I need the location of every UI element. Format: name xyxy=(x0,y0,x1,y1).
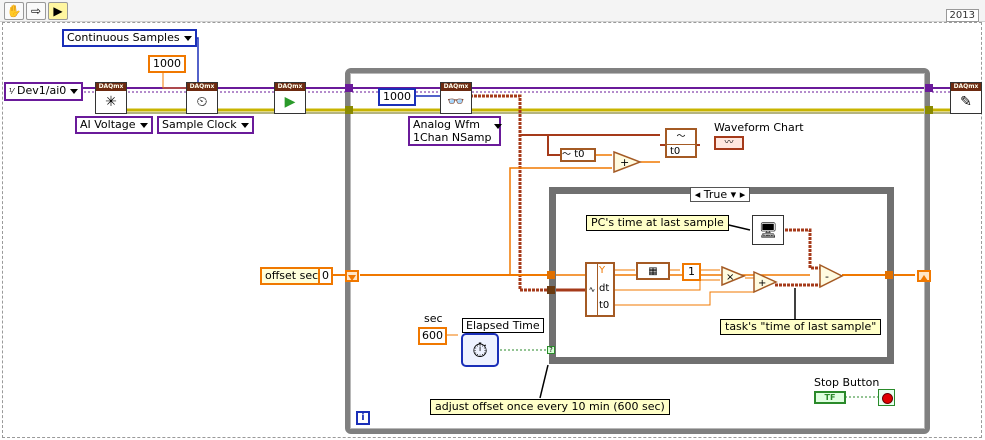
read-type-selector[interactable]: Analog Wfm 1Chan NSamp xyxy=(408,116,502,146)
t0-label: t0 xyxy=(574,149,585,160)
stop-button-label: Stop Button xyxy=(814,376,880,389)
timing-selector[interactable]: Sample Clock xyxy=(157,116,254,134)
add-node-2[interactable]: + xyxy=(752,270,778,294)
samples-per-channel-constant[interactable]: 1000 xyxy=(148,55,186,73)
left-triangle-icon[interactable]: ◂ xyxy=(695,188,701,201)
one-value: 1 xyxy=(688,265,695,278)
waveform-chart-label: Waveform Chart xyxy=(714,121,804,134)
offset-label: offset sec xyxy=(265,269,319,282)
case-selector-terminal: ? xyxy=(547,346,555,354)
chevron-down-icon[interactable] xyxy=(183,35,192,41)
samples-per-channel-value: 1000 xyxy=(153,57,181,70)
offset-value: 0 xyxy=(322,269,329,282)
constant-one[interactable]: 1 xyxy=(682,263,701,281)
read-samples-value: 1000 xyxy=(383,90,411,103)
get-waveform-components[interactable]: ∿ Y dt t0 xyxy=(585,262,615,317)
case-value: True xyxy=(703,188,728,201)
case-tunnel-out xyxy=(885,271,893,279)
chevron-down-icon[interactable] xyxy=(494,124,502,129)
clock-icon: ⏲ xyxy=(196,94,208,110)
down-arrow-icon xyxy=(348,275,356,281)
daqmx-create-channel-vi[interactable]: DAQmx ✳ xyxy=(95,82,127,114)
shift-register-left xyxy=(345,270,359,282)
waveform-glyph-icon: ∿ xyxy=(587,264,598,315)
read-type-line1: Analog Wfm xyxy=(413,118,480,131)
plus-icon: + xyxy=(620,156,629,169)
measurement-value: AI Voltage xyxy=(80,118,136,131)
elapsed-time-express-vi[interactable]: ⏱ xyxy=(461,333,499,367)
daqmx-timing-vi[interactable]: DAQmx ⏲ xyxy=(186,82,218,114)
get-waveform-t0[interactable]: 〜 t0 xyxy=(560,148,596,162)
waveform-glyph-icon: 〜 xyxy=(562,150,572,160)
chevron-down-icon[interactable] xyxy=(70,88,79,94)
add-node[interactable]: + xyxy=(612,150,642,174)
boolean-tf-label: TF xyxy=(824,393,836,402)
right-triangle-icon[interactable]: ▸ xyxy=(740,188,746,201)
multiply-node[interactable]: × xyxy=(720,265,746,287)
sec-label: sec xyxy=(424,312,443,325)
array-icon: ▦ xyxy=(648,266,658,277)
error-tunnel-in xyxy=(345,106,353,114)
daqmx-clear-vi[interactable]: DAQmx ✎ xyxy=(950,82,982,114)
create-channel-icon: ✳ xyxy=(105,94,117,110)
stopwatch-icon: ⏱ xyxy=(472,338,488,362)
array-size-node[interactable]: ▦ xyxy=(636,262,670,280)
read-type-line2: 1Chan NSamp xyxy=(413,131,492,144)
timing-value: Sample Clock xyxy=(162,118,237,131)
task-tunnel-out xyxy=(925,84,933,92)
dt-label: dt xyxy=(599,283,610,294)
y-label: Y xyxy=(599,265,606,276)
plus-icon: + xyxy=(758,278,766,289)
chevron-down-icon[interactable] xyxy=(240,122,249,128)
clock-icon: 🖥 xyxy=(758,221,778,239)
daqmx-label: DAQmx xyxy=(96,83,126,91)
waveform-glyph-icon: 〜 xyxy=(667,130,695,145)
daqmx-label: DAQmx xyxy=(187,83,217,91)
case-selector-label[interactable]: ◂ True ▾ ▸ xyxy=(690,187,750,202)
sample-mode-constant[interactable]: Continuous Samples xyxy=(62,29,197,47)
stop-button-terminal[interactable]: TF xyxy=(814,391,846,404)
multiply-icon: × xyxy=(726,272,734,283)
offset-constant[interactable]: 0 xyxy=(318,267,333,285)
note-pc-time: PC's time at last sample xyxy=(586,215,729,231)
measurement-selector[interactable]: AI Voltage xyxy=(75,116,153,134)
eraser-icon: ✎ xyxy=(960,94,972,110)
shift-register-right xyxy=(917,270,931,282)
build-waveform[interactable]: 〜 t0 xyxy=(665,128,697,158)
channel-value: Dev1/ai0 xyxy=(17,84,67,97)
case-tunnel-waveform xyxy=(547,286,555,294)
task-tunnel-in xyxy=(345,84,353,92)
loop-condition-terminal[interactable] xyxy=(878,389,895,406)
elapsed-time-label: Elapsed Time xyxy=(462,318,544,333)
get-date-time-node[interactable]: 🖥 xyxy=(752,215,784,245)
chevron-down-icon[interactable] xyxy=(139,122,148,128)
iteration-terminal: i xyxy=(356,411,370,425)
t0-label: t0 xyxy=(599,300,610,311)
offset-label-box: offset sec xyxy=(260,267,324,285)
waveform-chart-terminal[interactable]: 〰 xyxy=(714,136,744,150)
elapsed-seconds-value: 600 xyxy=(422,329,443,342)
io-icon: ⅟ xyxy=(9,87,14,96)
note-adjust-offset: adjust offset once every 10 min (600 sec… xyxy=(430,399,670,415)
subtract-node[interactable]: - xyxy=(818,263,844,289)
chart-icon: 〰 xyxy=(724,138,734,148)
case-tunnel-offset xyxy=(547,271,555,279)
channel-constant[interactable]: ⅟ Dev1/ai0 xyxy=(4,82,84,101)
elapsed-seconds-constant[interactable]: 600 xyxy=(418,327,447,345)
daqmx-label: DAQmx xyxy=(951,83,981,91)
iteration-label: i xyxy=(361,412,365,423)
sample-mode-value: Continuous Samples xyxy=(67,31,180,44)
daqmx-label: DAQmx xyxy=(275,83,305,91)
error-tunnel-out xyxy=(925,106,933,114)
up-arrow-icon xyxy=(920,275,928,281)
minus-icon: - xyxy=(825,270,829,283)
read-samples-constant[interactable]: 1000 xyxy=(378,88,416,106)
play-icon: ▶ xyxy=(284,94,296,110)
daqmx-start-vi[interactable]: DAQmx ▶ xyxy=(274,82,306,114)
stop-sign-icon xyxy=(882,393,893,404)
chevron-down-icon[interactable]: ▾ xyxy=(731,188,737,201)
t0-label: t0 xyxy=(670,146,681,157)
note-task-time: task's "time of last sample" xyxy=(720,319,882,335)
